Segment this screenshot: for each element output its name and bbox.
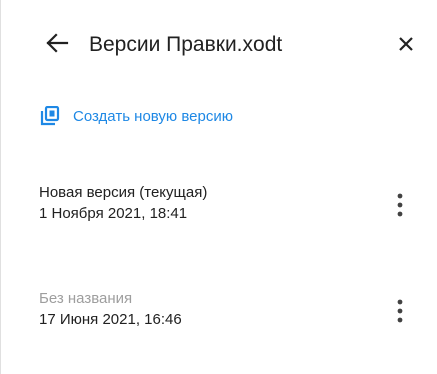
create-new-version-button[interactable]: Создать новую версию xyxy=(39,104,233,128)
version-date: 1 Ноября 2021, 18:41 xyxy=(39,205,188,222)
version-date: 17 Июня 2021, 16:46 xyxy=(39,311,182,328)
version-item[interactable]: Без названия 17 Июня 2021, 16:46 xyxy=(39,290,429,350)
panel-header: Версии Правки.xodt xyxy=(1,0,437,90)
version-item[interactable]: Новая версия (текущая) 1 Ноября 2021, 18… xyxy=(39,184,429,244)
version-menu-button[interactable] xyxy=(385,192,415,222)
more-vertical-icon xyxy=(397,193,403,222)
back-button[interactable] xyxy=(39,30,75,60)
version-menu-button[interactable] xyxy=(385,298,415,328)
arrow-left-icon xyxy=(45,32,69,58)
versions-panel: Версии Правки.xodt Создать новую версию … xyxy=(0,0,437,374)
panel-title: Версии Правки.xodt xyxy=(89,33,283,56)
new-version-icon xyxy=(39,105,61,127)
close-button[interactable] xyxy=(391,31,421,61)
close-icon xyxy=(398,36,414,57)
more-vertical-icon xyxy=(397,299,403,328)
version-name: Без названия xyxy=(39,290,133,307)
create-new-version-label: Создать новую версию xyxy=(73,107,233,125)
version-name: Новая версия (текущая) xyxy=(39,184,208,201)
